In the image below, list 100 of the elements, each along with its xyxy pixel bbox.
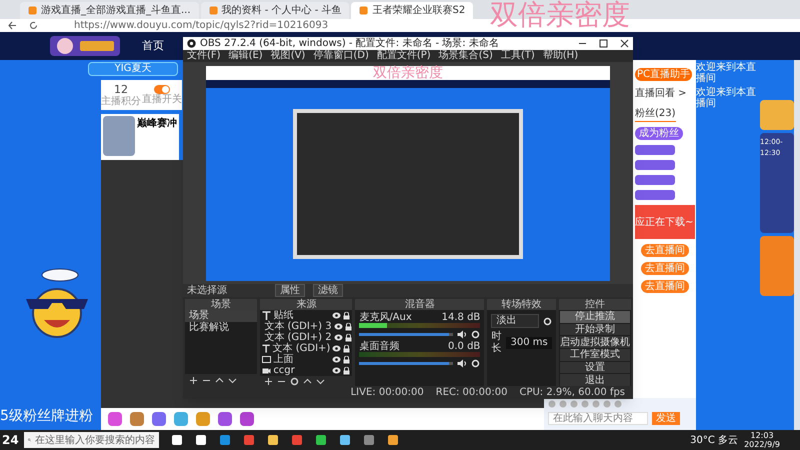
gift-icon[interactable] — [239, 411, 255, 427]
move-up-icon[interactable] — [303, 376, 312, 386]
move-down-icon[interactable] — [316, 376, 326, 386]
text-source-icon — [262, 344, 271, 353]
replay-link[interactable]: 直播回看 > — [635, 86, 687, 101]
lock-icon[interactable] — [343, 356, 350, 364]
search-field[interactable]: 在这里输入你要搜索的内容 — [24, 432, 159, 448]
dock-title: 转场特效 — [487, 299, 556, 310]
back-icon[interactable] — [8, 21, 17, 30]
source-item[interactable]: 文本 (GDI+) 2 — [264, 332, 332, 343]
clock-time: 12:03 — [750, 431, 774, 440]
eye-icon[interactable] — [332, 312, 342, 319]
eye-icon[interactable] — [334, 323, 343, 330]
app-icon[interactable] — [171, 434, 183, 446]
settings-icon[interactable] — [542, 316, 552, 326]
scene-item[interactable]: 比赛解说 — [185, 322, 258, 334]
source-bar-button[interactable]: 属性 — [275, 284, 305, 297]
control-button[interactable]: 工作室模式 — [560, 349, 630, 361]
channel-reading: 14.8 dB — [442, 312, 480, 323]
menu-item[interactable]: 编辑(E) — [228, 50, 263, 62]
reload-icon[interactable] — [29, 21, 38, 30]
site-icon — [208, 6, 218, 15]
eye-icon[interactable] — [332, 345, 342, 352]
points-value: 12 — [114, 84, 128, 96]
app-icon[interactable] — [195, 434, 207, 446]
duration-field[interactable]: 300 ms — [506, 337, 552, 349]
lock-icon[interactable] — [343, 366, 350, 374]
gift-icon[interactable] — [151, 411, 167, 427]
lock-icon[interactable] — [343, 312, 350, 320]
menu-item[interactable]: 工具(T) — [500, 50, 535, 62]
control-button[interactable]: 启动虚拟摄像机 — [560, 336, 630, 348]
browser-tab[interactable]: 游戏直播_全部游戏直播_斗鱼直... — [20, 2, 199, 19]
source-bar-button[interactable]: 滤镜 — [313, 284, 343, 297]
record-status: REC: 00:00:00 — [436, 386, 508, 398]
maximize-icon[interactable] — [599, 39, 608, 48]
browser-tab[interactable]: 我的资料 - 个人中心 - 斗鱼 — [200, 2, 350, 19]
menu-item[interactable]: 场景集合(S) — [438, 50, 493, 62]
settings-icon[interactable] — [290, 376, 300, 386]
eye-icon[interactable] — [332, 356, 342, 363]
live-toggle[interactable] — [154, 85, 170, 94]
settings-icon[interactable] — [471, 330, 480, 339]
move-up-icon[interactable] — [215, 376, 224, 384]
gift-icon[interactable] — [129, 411, 145, 427]
welcome-message: 欢迎来到本直播间 — [696, 62, 757, 84]
gift-icon[interactable] — [217, 411, 233, 427]
chat-tab[interactable]: 粉丝(23) — [635, 106, 676, 122]
app-icon[interactable] — [387, 434, 399, 446]
menu-item[interactable]: 视图(V) — [270, 50, 306, 62]
transition-dropdown[interactable]: 淡出 — [491, 314, 539, 328]
source-item[interactable]: 文本 (GDI+) 3 — [264, 321, 332, 332]
speaker-icon[interactable] — [457, 359, 468, 368]
speaker-icon[interactable] — [457, 330, 468, 339]
join-fans-button[interactable]: 成为粉丝 — [635, 127, 683, 140]
corner-number-label: 24 — [2, 432, 18, 449]
settings-icon[interactable] — [471, 359, 480, 368]
lock-icon[interactable] — [344, 322, 352, 330]
close-icon[interactable] — [620, 39, 629, 48]
no-source-label: 未选择源 — [187, 284, 228, 296]
gift-icon[interactable] — [107, 411, 123, 427]
source-item[interactable]: ccgr — [273, 365, 330, 376]
scene-item[interactable]: 场景 — [185, 310, 258, 322]
move-down-icon[interactable] — [228, 376, 237, 384]
lock-icon[interactable] — [343, 344, 350, 352]
clock-date: 2022/9/9 — [744, 440, 780, 449]
nav-link[interactable]: 首页 — [142, 38, 164, 54]
source-item[interactable]: 贴纸 — [273, 310, 330, 321]
dock-title: 来源 — [260, 299, 352, 310]
source-item[interactable]: 文本 (GDI+) — [272, 343, 330, 354]
cpu-status: CPU: 2.9%, 60.00 fps — [519, 386, 625, 398]
control-button[interactable]: 停止推流 — [560, 311, 630, 323]
menu-item[interactable]: 停靠窗口(D) — [313, 50, 369, 62]
duration-label: 时长 — [491, 331, 502, 355]
app-icon[interactable] — [315, 434, 327, 446]
eye-icon[interactable] — [334, 334, 343, 341]
menu-item[interactable]: 文件(F) — [187, 50, 221, 62]
video-title: 巅峰赛冲 — [137, 116, 177, 131]
source-item[interactable]: 上面 — [273, 354, 330, 365]
control-button[interactable]: 设置 — [560, 362, 630, 374]
app-icon[interactable] — [267, 434, 279, 446]
app-icon[interactable] — [339, 434, 351, 446]
add-icon[interactable] — [264, 376, 274, 386]
lock-icon[interactable] — [344, 334, 352, 342]
image-source-icon — [262, 355, 272, 364]
ad-banner — [760, 100, 794, 130]
menu-item[interactable]: 配置文件(P) — [376, 50, 431, 62]
menu-item[interactable]: 帮助(H) — [542, 50, 578, 62]
dock-title: 混音器 — [355, 299, 484, 310]
add-icon[interactable] — [189, 376, 198, 384]
dock-title: 控件 — [558, 299, 632, 310]
window-title: OBS 27.2.4 (64-bit, windows) - 配置文件: 未命名 - 场景: 未命名 — [200, 38, 499, 50]
browser-tab[interactable]: 王者荣耀企业联赛S2 — [351, 2, 474, 19]
control-button[interactable]: 开始录制 — [560, 324, 630, 336]
channel-name: 桌面音频 — [359, 341, 400, 352]
overlay-caption: 双倍亲密度 — [490, 0, 630, 32]
channel-name: 麦克风/Aux — [359, 312, 412, 323]
site-icon — [28, 6, 37, 15]
eye-icon[interactable] — [332, 367, 342, 374]
thumbnail-placeholder — [103, 116, 135, 156]
dock-title: 场景 — [185, 299, 258, 310]
control-button[interactable]: 退出 — [560, 374, 630, 386]
